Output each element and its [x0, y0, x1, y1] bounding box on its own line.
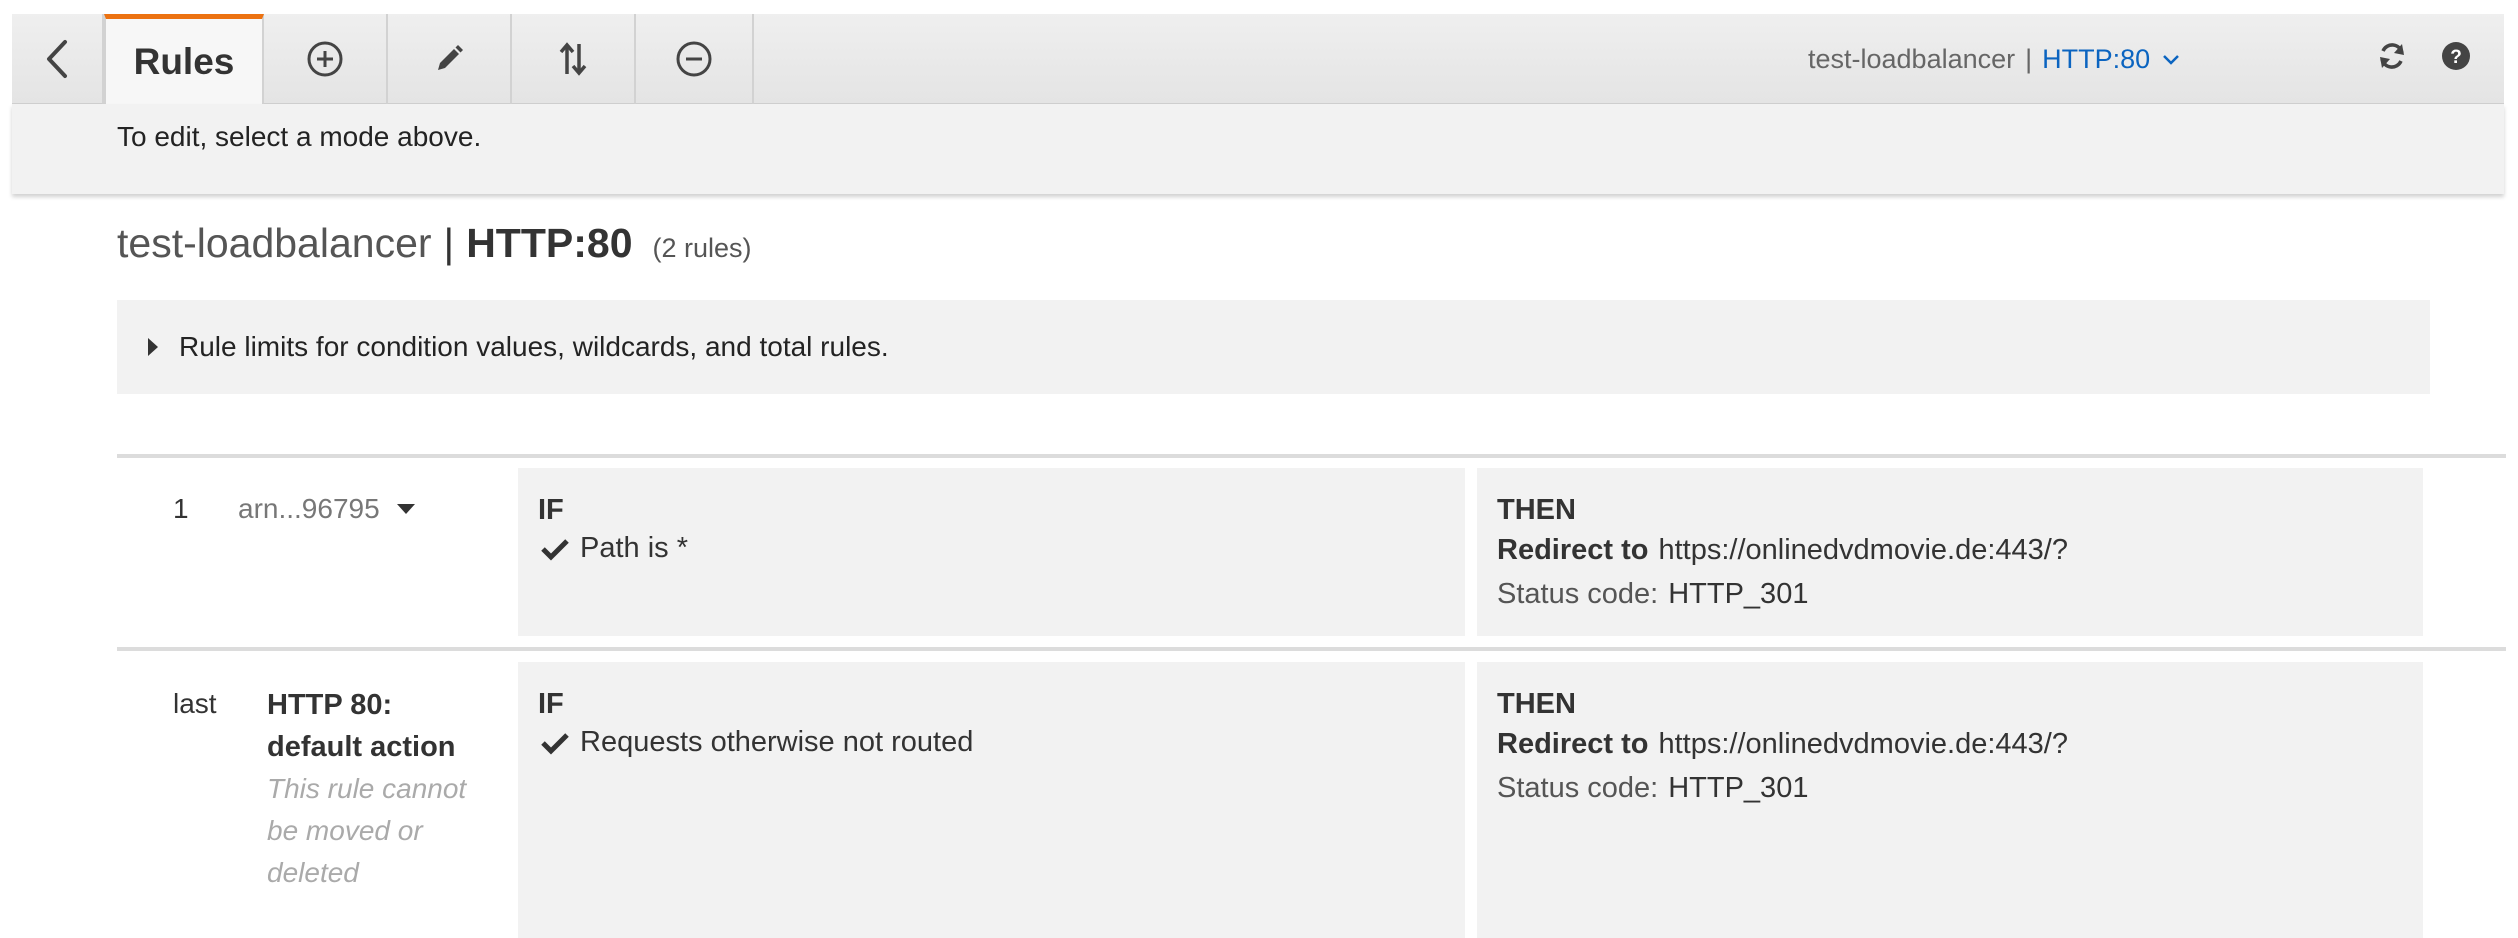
- edit-rules-button[interactable]: [388, 14, 512, 104]
- rule-limits-expander[interactable]: Rule limits for condition values, wildca…: [117, 300, 2430, 394]
- refresh-icon: [2380, 43, 2404, 69]
- default-action-title: HTTP 80: default action: [267, 684, 456, 768]
- redirect-line: Redirect to https://onlinedvdmovie.de:443…: [1497, 728, 2068, 761]
- redirect-label: Redirect to: [1497, 728, 1649, 760]
- back-icon: [47, 40, 67, 78]
- heading-listener: HTTP:80: [466, 220, 633, 266]
- listener-name[interactable]: HTTP:80: [2042, 44, 2150, 75]
- remove-icon: [676, 41, 712, 77]
- status-code-line: Status code: HTTP_301: [1497, 578, 1808, 611]
- reorder-rules-button[interactable]: [512, 14, 636, 104]
- then-label: THEN: [1497, 494, 1576, 526]
- rule-condition: Path is *: [540, 532, 688, 565]
- refresh-button[interactable]: [2372, 36, 2412, 76]
- redirect-line: Redirect to https://onlinedvdmovie.de:443…: [1497, 534, 2068, 567]
- condition-text: Requests otherwise not routed: [580, 726, 974, 758]
- rules-toolbar: Rules test-loadbalancer | HTTP:80 ?: [12, 14, 2504, 104]
- default-action-title-line1: HTTP 80:: [267, 689, 393, 721]
- add-rules-button[interactable]: [264, 14, 388, 104]
- status-code-line: Status code: HTTP_301: [1497, 772, 1808, 805]
- add-icon: [307, 41, 343, 77]
- caret-down-icon: [396, 504, 415, 514]
- help-icon: ?: [2442, 42, 2470, 70]
- redirect-label: Redirect to: [1497, 534, 1649, 566]
- edit-hint-bar: To edit, select a mode above.: [12, 104, 2504, 194]
- then-label: THEN: [1497, 688, 1576, 720]
- rule-then-panel: THEN Redirect to https://onlinedvdmovie.d…: [1477, 468, 2423, 636]
- rule-then-panel: THEN Redirect to https://onlinedvdmovie.d…: [1477, 662, 2423, 938]
- heading-load-balancer: test-loadbalancer: [117, 220, 432, 266]
- back-button[interactable]: [12, 14, 104, 104]
- rule-arn-dropdown[interactable]: arn...96795: [238, 493, 416, 525]
- rule-condition: Requests otherwise not routed: [540, 726, 973, 759]
- default-action-note-line2: be moved or: [267, 815, 423, 846]
- if-label: IF: [538, 688, 564, 720]
- rule-divider: [117, 647, 2506, 651]
- rule-limits-text: Rule limits for condition values, wildca…: [179, 331, 889, 362]
- status-code-label: Status code:: [1497, 578, 1659, 610]
- check-icon: [541, 538, 569, 561]
- status-code-value: HTTP_301: [1668, 772, 1809, 804]
- reorder-icon: [559, 42, 587, 76]
- tab-rules[interactable]: Rules: [104, 14, 264, 104]
- rule-divider: [117, 454, 2506, 458]
- svg-text:?: ?: [2450, 47, 2462, 68]
- listener-selector[interactable]: test-loadbalancer | HTTP:80: [1808, 14, 2180, 104]
- status-code-value: HTTP_301: [1668, 578, 1809, 610]
- default-action-note-line1: This rule cannot: [267, 773, 467, 804]
- help-button[interactable]: ?: [2436, 36, 2476, 76]
- load-balancer-name: test-loadbalancer: [1808, 43, 2016, 74]
- default-action-note-line3: deleted: [267, 857, 359, 888]
- heading-separator: |: [443, 220, 455, 266]
- rule-priority: last: [173, 688, 217, 719]
- default-action-note: This rule cannot be moved or deleted: [267, 768, 497, 894]
- page-title: test-loadbalancer | HTTP:80 (2 rules): [117, 220, 752, 276]
- caret-right-icon: [147, 337, 159, 357]
- chevron-down-icon[interactable]: [2162, 53, 2180, 65]
- rule-if-panel: IF Requests otherwise not routed: [518, 662, 1465, 938]
- separator: |: [2025, 43, 2033, 74]
- check-icon: [541, 732, 569, 755]
- default-action-title-line2: default action: [267, 731, 456, 763]
- status-code-label: Status code:: [1497, 772, 1659, 804]
- edit-hint-text: To edit, select a mode above.: [117, 121, 482, 152]
- if-label: IF: [538, 494, 564, 526]
- tab-rules-label: Rules: [133, 40, 235, 82]
- rule-count: (2 rules): [652, 233, 752, 263]
- redirect-url: https://onlinedvdmovie.de:443/?: [1658, 534, 2068, 566]
- rule-arn: arn...96795: [238, 493, 380, 524]
- rule-priority: 1: [173, 493, 189, 524]
- rule-if-panel: IF Path is *: [518, 468, 1465, 636]
- redirect-url: https://onlinedvdmovie.de:443/?: [1658, 728, 2068, 760]
- condition-text: Path is *: [580, 532, 688, 564]
- edit-icon: [438, 45, 463, 70]
- delete-rules-button[interactable]: [636, 14, 754, 104]
